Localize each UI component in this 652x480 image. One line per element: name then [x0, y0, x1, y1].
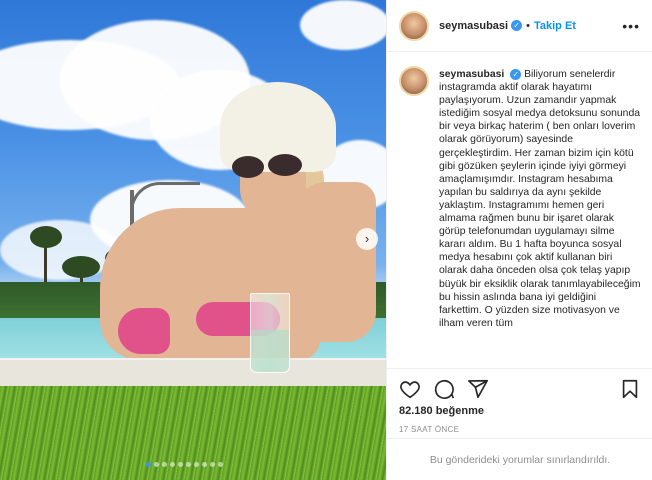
comment-icon[interactable] [433, 378, 455, 400]
carousel-dot [186, 462, 191, 467]
palm-tree [62, 256, 100, 278]
carousel-dot [194, 462, 199, 467]
comments-restricted-notice: Bu gönderideki yorumlar sınırlandırıldı. [387, 438, 652, 480]
palm-tree [30, 226, 62, 248]
caption-body: Biliyorum senelerdir instagramda aktif o… [439, 69, 641, 329]
bikini-bottom [118, 308, 170, 354]
cloud [300, 0, 386, 50]
verified-badge-icon: ✓ [510, 68, 522, 80]
username-link[interactable]: seymasubasi [439, 20, 508, 32]
actions-area: 82.180 beğenme 17 SAAT ÖNCE [387, 368, 652, 434]
carousel-dot [162, 462, 167, 467]
post-sidebar: seymasubasi ✓ • Takip Et ••• seymasubasi… [386, 0, 652, 480]
separator-dot: • [526, 19, 530, 32]
more-options-icon[interactable]: ••• [622, 18, 640, 34]
verified-badge-icon: ✓ [511, 20, 523, 31]
avatar[interactable] [399, 10, 429, 41]
caption-avatar[interactable] [399, 66, 429, 96]
likes-count[interactable]: 82.180 beğenme [387, 405, 652, 417]
heart-icon[interactable] [399, 378, 421, 400]
caption-username-link[interactable]: seymasubasi [439, 69, 504, 80]
carousel-dot [146, 462, 151, 467]
arm [296, 182, 376, 342]
caption-area: seymasubasi ✓ Biliyorum senelerdir insta… [387, 62, 652, 368]
share-icon[interactable] [467, 378, 489, 400]
carousel-dot [178, 462, 183, 467]
sunglasses [268, 154, 302, 176]
bookmark-icon[interactable] [619, 378, 641, 400]
sunglasses [232, 156, 264, 178]
carousel-next-button[interactable]: › [356, 228, 378, 250]
post-photo: › [0, 0, 386, 480]
carousel-indicator [146, 462, 223, 467]
carousel-dot [154, 462, 159, 467]
drinking-glass-water [251, 330, 289, 372]
carousel-dot [170, 462, 175, 467]
post-timestamp[interactable]: 17 SAAT ÖNCE [387, 425, 652, 434]
caption-text: seymasubasi ✓ Biliyorum senelerdir insta… [439, 62, 641, 368]
carousel-dot [218, 462, 223, 467]
carousel-dot [202, 462, 207, 467]
pool-ledge [0, 358, 386, 388]
action-icons [387, 369, 652, 403]
post-header: seymasubasi ✓ • Takip Et ••• [387, 0, 652, 52]
carousel-dot [210, 462, 215, 467]
follow-button[interactable]: Takip Et [534, 20, 576, 32]
